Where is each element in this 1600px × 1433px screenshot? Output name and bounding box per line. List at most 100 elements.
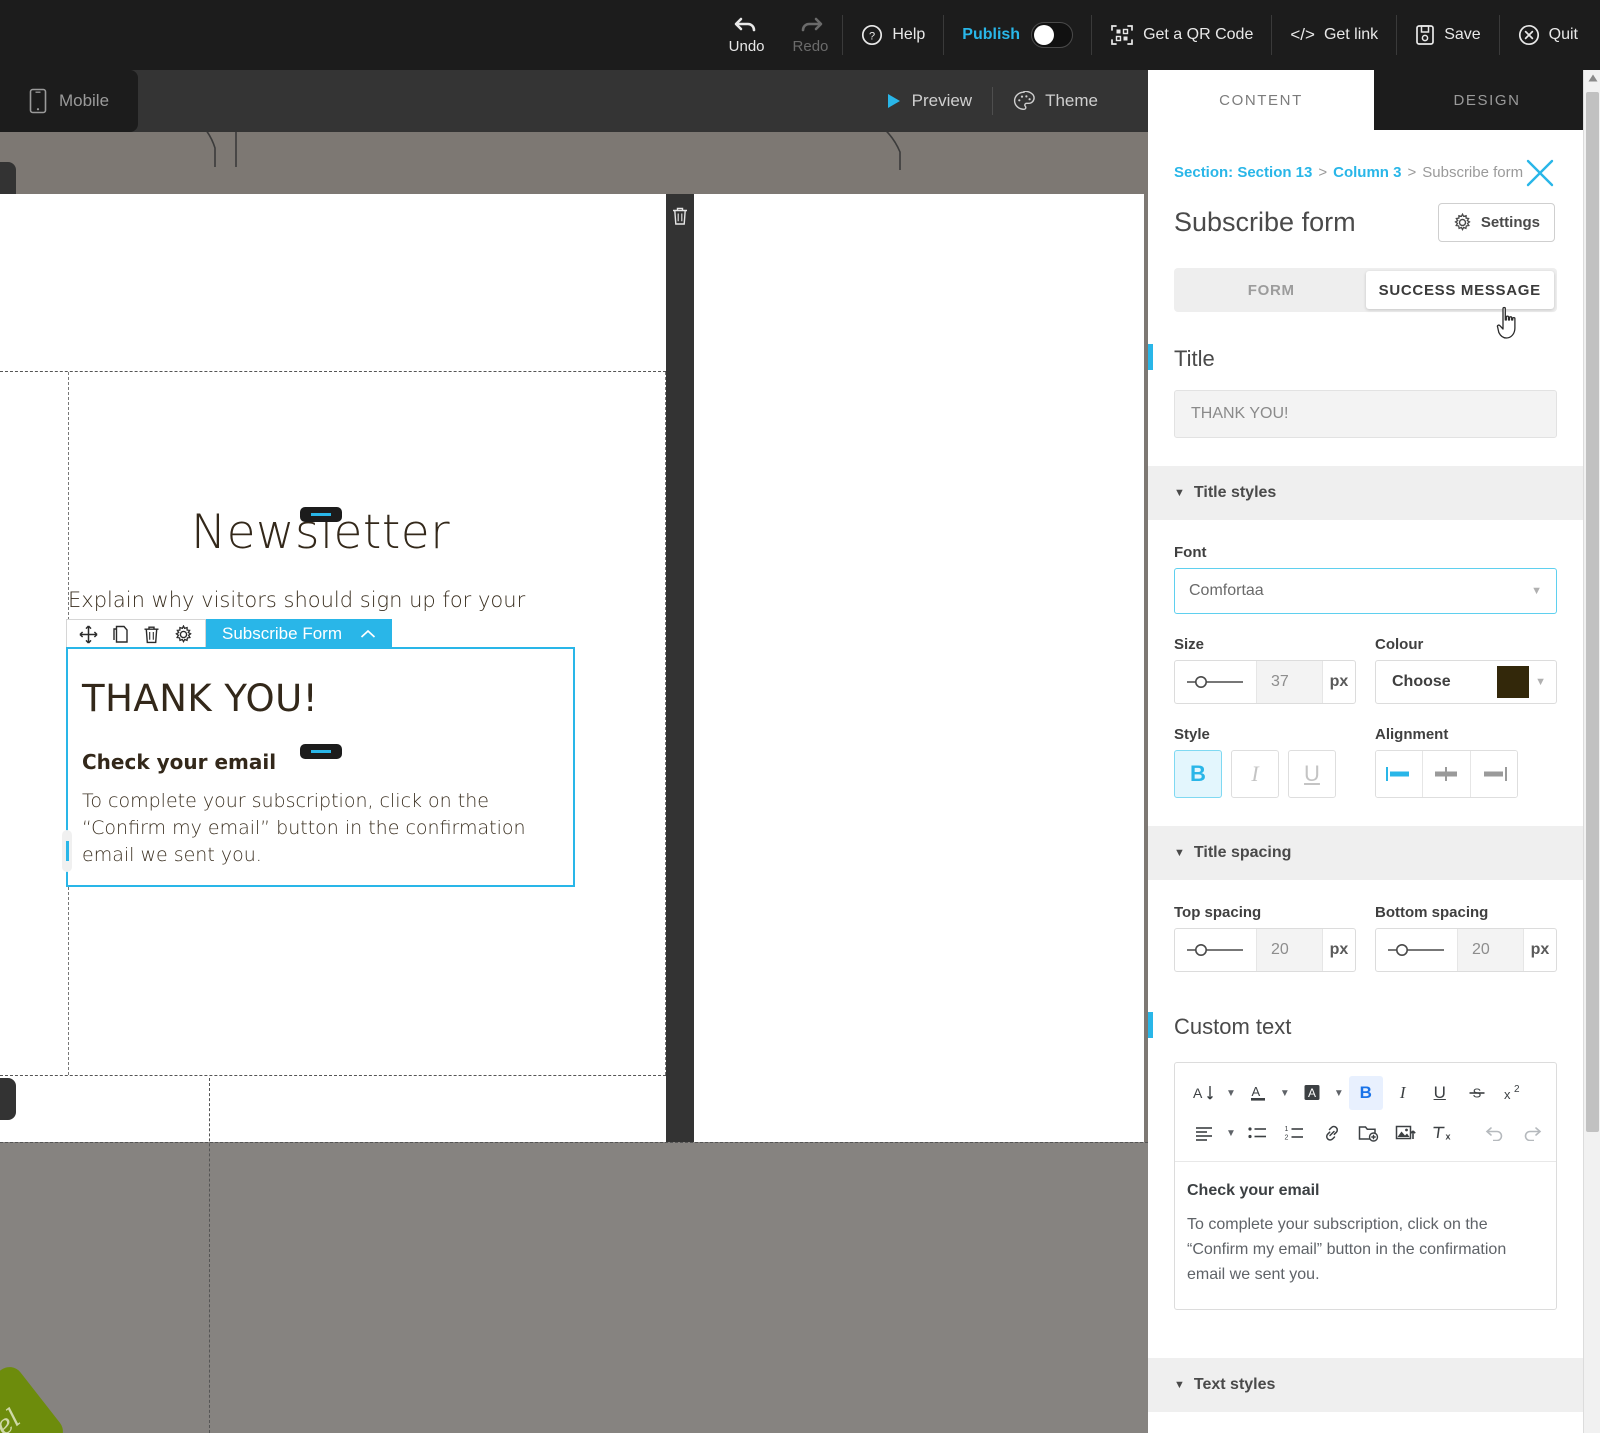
svg-text:2: 2: [1514, 1084, 1520, 1095]
title-styles-group-header[interactable]: ▼ Title styles: [1148, 466, 1583, 520]
colour-swatch[interactable]: [1497, 666, 1529, 698]
resize-handle-top[interactable]: [300, 507, 342, 522]
bottom-spacing-slider[interactable]: [1376, 929, 1458, 971]
help-button[interactable]: ? Help: [843, 24, 943, 46]
title-input[interactable]: THANK YOU!: [1174, 390, 1557, 438]
bottom-spacing-unit: px: [1524, 929, 1556, 971]
breadcrumb-current: Subscribe form: [1422, 164, 1523, 181]
title-spacing-group-header[interactable]: ▼ Title spacing: [1148, 826, 1583, 880]
chevron-down-icon: ▼: [1174, 1379, 1185, 1391]
title-styles-body: Font Comfortaa ▼ Size: [1148, 520, 1583, 798]
get-link-button[interactable]: </> Get link: [1272, 25, 1396, 45]
trash-icon[interactable]: [671, 206, 689, 226]
custom-text-label-text: Custom text: [1174, 1014, 1291, 1039]
alignment-button-group: [1375, 750, 1518, 798]
chevron-down-icon[interactable]: ▼: [1224, 1128, 1238, 1139]
align-icon[interactable]: [1187, 1116, 1221, 1150]
chevron-down-icon[interactable]: ▼: [1224, 1088, 1238, 1099]
align-center-button[interactable]: [1423, 751, 1470, 797]
align-right-button[interactable]: [1471, 751, 1517, 797]
link-icon[interactable]: [1315, 1116, 1349, 1150]
size-stepper[interactable]: 37 px: [1174, 660, 1356, 704]
bold-button[interactable]: B: [1174, 750, 1222, 798]
insert-image-icon[interactable]: [1389, 1116, 1423, 1150]
segment-success-message[interactable]: SUCCESS MESSAGE: [1366, 271, 1555, 309]
underline-button[interactable]: U: [1288, 750, 1336, 798]
bottom-spacing-stepper[interactable]: 20 px: [1375, 928, 1557, 972]
redo-button[interactable]: Redo: [779, 11, 843, 59]
top-spacing-value[interactable]: 20: [1257, 929, 1323, 971]
text-styles-group-header[interactable]: ▼ Text styles: [1148, 1358, 1583, 1412]
chevron-up-icon[interactable]: [360, 624, 376, 644]
italic-icon[interactable]: I: [1386, 1076, 1420, 1110]
style-field: Style B I U: [1174, 726, 1356, 798]
lower-canvas-area: [0, 1142, 1148, 1433]
size-colour-row: Size 37 px: [1174, 636, 1557, 704]
mobile-label: Mobile: [59, 91, 109, 111]
duplicate-icon[interactable]: [112, 625, 129, 644]
resize-handle-left[interactable]: [62, 830, 72, 872]
font-select[interactable]: Comfortaa ▼: [1174, 568, 1557, 614]
panel-scrollbar[interactable]: [1583, 70, 1600, 1433]
breadcrumb-section[interactable]: Section: Section 13: [1174, 164, 1312, 181]
strikethrough-icon[interactable]: S: [1460, 1076, 1494, 1110]
italic-button[interactable]: I: [1231, 750, 1279, 798]
scroll-up-icon[interactable]: [1588, 74, 1598, 82]
palette-icon: [1013, 91, 1035, 111]
get-qr-code-button[interactable]: Get a QR Code: [1092, 23, 1271, 47]
size-slider[interactable]: [1175, 661, 1257, 703]
redo-icon[interactable]: [1515, 1116, 1549, 1150]
colour-picker[interactable]: Choose ▼: [1375, 660, 1557, 704]
bold-icon[interactable]: B: [1349, 1076, 1383, 1110]
highlight-color-icon[interactable]: A: [1295, 1076, 1329, 1110]
mobile-view-tab[interactable]: Mobile: [0, 70, 138, 132]
undo-button[interactable]: Undo: [715, 11, 779, 59]
svg-text:A: A: [1308, 1086, 1316, 1100]
scrollbar-thumb[interactable]: [1586, 92, 1599, 1132]
resize-handle-bottom[interactable]: [300, 744, 342, 759]
tab-content[interactable]: CONTENT: [1148, 70, 1374, 130]
preview-button[interactable]: Preview: [866, 91, 992, 111]
bottom-spacing-value[interactable]: 20: [1458, 929, 1524, 971]
add-section-tab-middle[interactable]: a section: [0, 1078, 16, 1120]
gear-icon[interactable]: [174, 625, 193, 644]
clear-formatting-icon[interactable]: x: [1426, 1116, 1460, 1150]
tab-design[interactable]: DESIGN: [1374, 70, 1600, 130]
chevron-down-icon[interactable]: ▼: [1332, 1088, 1346, 1099]
publish-toggle[interactable]: Publish: [944, 22, 1091, 48]
text-color-icon[interactable]: A: [1241, 1076, 1275, 1110]
size-value[interactable]: 37: [1257, 661, 1323, 703]
bottom-spacing-label: Bottom spacing: [1375, 904, 1557, 921]
rte-content-area[interactable]: Check your email To complete your subscr…: [1175, 1162, 1556, 1309]
widget-name-tag[interactable]: Subscribe Form: [206, 619, 392, 649]
delete-icon[interactable]: [143, 625, 160, 644]
underline-icon[interactable]: U: [1423, 1076, 1457, 1110]
move-icon[interactable]: [79, 625, 98, 644]
quit-button[interactable]: Quit: [1500, 24, 1600, 46]
numbered-list-icon[interactable]: 1 2: [1278, 1116, 1312, 1150]
settings-label: Settings: [1481, 214, 1540, 231]
save-button[interactable]: Save: [1397, 24, 1498, 46]
settings-button[interactable]: Settings: [1438, 203, 1555, 242]
top-spacing-slider[interactable]: [1175, 929, 1257, 971]
theme-button[interactable]: Theme: [993, 91, 1118, 111]
undo-icon[interactable]: [1478, 1116, 1512, 1150]
subscribe-form-widget[interactable]: THANK YOU! Check your email To complete …: [66, 647, 575, 887]
chevron-down-icon[interactable]: ▼: [1278, 1088, 1292, 1099]
bulleted-list-icon[interactable]: [1241, 1116, 1275, 1150]
help-label: Help: [892, 26, 925, 44]
editor-canvas[interactable]: a section Newsletter Explain why visitor…: [0, 132, 1148, 1433]
style-label: Style: [1174, 726, 1356, 743]
top-spacing-stepper[interactable]: 20 px: [1174, 928, 1356, 972]
close-icon[interactable]: [1525, 158, 1555, 188]
breadcrumb-column[interactable]: Column 3: [1333, 164, 1401, 181]
theme-label: Theme: [1045, 91, 1098, 111]
segment-form[interactable]: FORM: [1177, 271, 1366, 309]
rich-text-editor[interactable]: A ▼ A ▼: [1174, 1062, 1557, 1310]
font-size-icon[interactable]: A: [1187, 1076, 1221, 1110]
qr-code-icon: [1110, 23, 1134, 47]
superscript-icon[interactable]: x 2: [1497, 1076, 1531, 1110]
publish-switch[interactable]: [1031, 22, 1073, 48]
align-left-button[interactable]: [1376, 751, 1423, 797]
insert-file-icon[interactable]: [1352, 1116, 1386, 1150]
